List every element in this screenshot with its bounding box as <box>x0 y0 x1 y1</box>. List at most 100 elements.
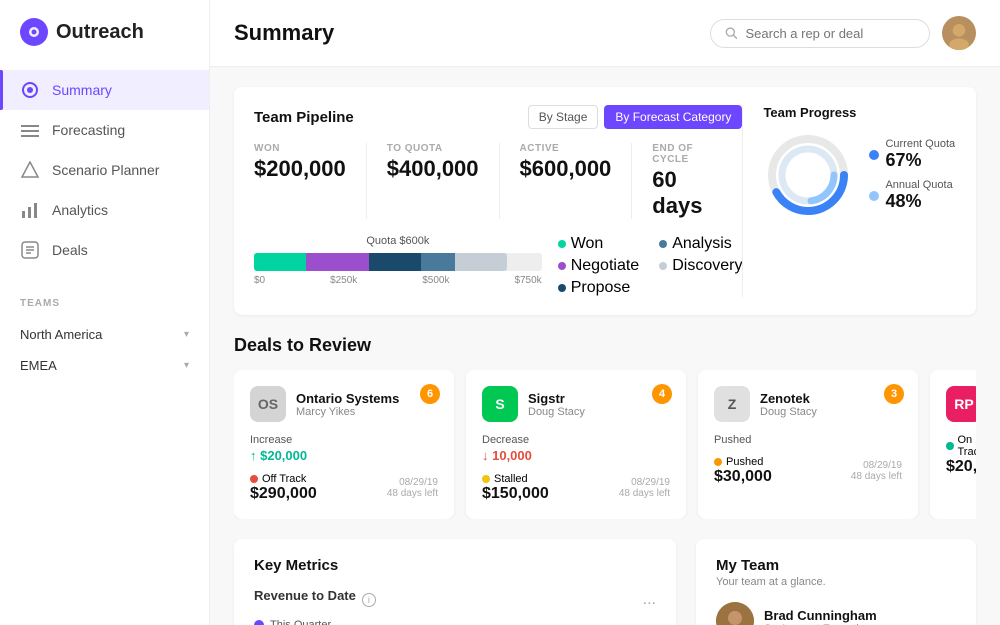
sidebar-item-scenario-planner[interactable]: Scenario Planner <box>0 150 209 190</box>
revenue-to-date: Revenue to Date i ... <box>254 588 656 611</box>
deal-date: 08/29/19 48 days left <box>387 477 438 499</box>
deal-date: 08/29/19 48 days left <box>619 477 670 499</box>
deal-footer: Stalled $150,000 08/29/19 48 days left <box>482 473 670 503</box>
header-right <box>710 16 976 50</box>
donut-legend: Current Quota 67% Annual Quota 48% <box>869 138 955 212</box>
key-metrics-section: Key Metrics Revenue to Date i ... This Q… <box>234 539 676 625</box>
legend-won: Won <box>558 235 640 253</box>
pipeline-bar-visual <box>254 253 542 271</box>
deal-badge: 6 <box>420 384 440 404</box>
pipeline-stats: WON $200,000 TO QUOTA $400,000 ACTIVE $6… <box>254 143 742 219</box>
deal-logo-zenotek: Z <box>714 386 750 422</box>
legend-discovery: Discovery <box>659 257 742 275</box>
by-forecast-button[interactable]: By Forecast Category <box>604 105 742 129</box>
won-dot <box>558 240 566 248</box>
stat-active: ACTIVE $600,000 <box>520 143 633 219</box>
info-icon[interactable]: i <box>362 593 376 607</box>
sidebar: Outreach Summary Forecasting <box>0 0 210 625</box>
page-title: Summary <box>234 20 334 46</box>
deal-status: Pushed <box>714 456 772 468</box>
metric-legend: This Quarter <box>254 619 656 625</box>
member-info: Brad Cunningham Sr. Account Executive <box>764 608 956 625</box>
annual-quota-item: Annual Quota 48% <box>869 179 955 212</box>
deal-date: 08/29/19 48 days left <box>851 460 902 482</box>
deal-header: S Sigstr Doug Stacy <box>482 386 670 422</box>
deal-header: OS Ontario Systems Marcy Yikes <box>250 386 438 422</box>
bar-discovery <box>455 253 507 271</box>
bar-analysis <box>421 253 456 271</box>
sidebar-item-summary[interactable]: Summary <box>0 70 209 110</box>
pipeline-bottom: Quota $600k $0 $250k $ <box>254 235 742 297</box>
stat-won: WON $200,000 <box>254 143 367 219</box>
team-progress-title: Team Progress <box>763 105 972 120</box>
sidebar-item-analytics[interactable]: Analytics <box>0 190 209 230</box>
deal-status: On Track <box>946 434 976 458</box>
search-input[interactable] <box>745 26 915 41</box>
deal-header: Z Zenotek Doug Stacy <box>714 386 902 422</box>
main-content: Summary <box>210 0 1000 625</box>
bar-propose <box>369 253 421 271</box>
bar-axis: $0 $250k $500k $750k <box>254 275 542 286</box>
deals-grid: 6 OS Ontario Systems Marcy Yikes Increas… <box>234 370 976 519</box>
sidebar-item-deals[interactable]: Deals <box>0 230 209 270</box>
by-stage-button[interactable]: By Stage <box>528 105 599 129</box>
status-dot <box>250 475 258 483</box>
stat-to-quota: TO QUOTA $400,000 <box>387 143 500 219</box>
app-name: Outreach <box>56 21 144 44</box>
sidebar-item-label: Forecasting <box>52 122 125 138</box>
deal-logo-rp: RP <box>946 386 976 422</box>
teams-label: TEAMS <box>20 298 189 309</box>
stat-end-of-cycle: END OF CYCLE 60 days <box>652 143 722 219</box>
nav-menu: Summary Forecasting Scenario Planner <box>0 62 209 278</box>
deal-card-zenotek[interactable]: 3 Z Zenotek Doug Stacy Pushed <box>698 370 918 519</box>
pipeline-toggles: By Stage By Forecast Category <box>528 105 743 129</box>
my-team-section: My Team Your team at a glance. Brad Cunn… <box>696 539 976 625</box>
my-team-title: My Team <box>716 557 956 574</box>
team-member-brad: Brad Cunningham Sr. Account Executive <box>716 602 956 625</box>
team-emea[interactable]: EMEA ▾ <box>20 350 189 381</box>
pipeline-layout: Team Pipeline By Stage By Forecast Categ… <box>254 105 956 297</box>
pipeline-title: Team Pipeline <box>254 109 354 126</box>
deal-card-ontario[interactable]: 6 OS Ontario Systems Marcy Yikes Increas… <box>234 370 454 519</box>
deal-footer: On Track $20,0... <box>946 434 976 476</box>
search-icon <box>725 26 737 40</box>
pipeline-main: Team Pipeline By Stage By Forecast Categ… <box>254 105 742 297</box>
discovery-dot <box>659 262 667 270</box>
deal-status: Off Track <box>250 473 317 485</box>
deals-icon <box>20 240 40 260</box>
team-north-america[interactable]: North America ▾ <box>20 319 189 350</box>
logo-icon <box>20 18 48 46</box>
deal-footer: Pushed $30,000 08/29/19 48 days left <box>714 456 902 486</box>
deal-footer: Off Track $290,000 08/29/19 48 days left <box>250 473 438 503</box>
deal-logo-sigstr: S <box>482 386 518 422</box>
deals-title: Deals to Review <box>234 335 976 356</box>
deal-card-rp[interactable]: RP On Track $20,0... <box>930 370 976 519</box>
bottom-sections: Key Metrics Revenue to Date i ... This Q… <box>234 539 976 625</box>
legend-this-quarter-dot <box>254 620 264 625</box>
pipeline-bar: Quota $600k $0 $250k $ <box>254 235 542 297</box>
sidebar-item-label: Scenario Planner <box>52 162 159 178</box>
legend-col-right: Analysis Discovery <box>659 235 742 297</box>
status-dot <box>946 442 954 450</box>
metrics-title: Key Metrics <box>254 557 338 574</box>
forecasting-icon <box>20 120 40 140</box>
avatar <box>942 16 976 50</box>
deal-card-sigstr[interactable]: 4 S Sigstr Doug Stacy Decrease ↓ 10,000 <box>466 370 686 519</box>
pipeline-header: Team Pipeline By Stage By Forecast Categ… <box>254 105 742 129</box>
annual-quota-dot <box>869 191 879 201</box>
brad-avatar <box>716 602 754 625</box>
sidebar-item-label: Deals <box>52 242 88 258</box>
search-bar[interactable] <box>710 19 930 48</box>
analysis-dot <box>659 240 667 248</box>
scenario-planner-icon <box>20 160 40 180</box>
status-dot <box>482 475 490 483</box>
metrics-more-button[interactable]: ... <box>643 591 656 609</box>
app-logo: Outreach <box>0 0 209 62</box>
chevron-down-icon: ▾ <box>184 360 189 371</box>
sidebar-item-label: Analytics <box>52 202 108 218</box>
deal-logo-ontario: OS <box>250 386 286 422</box>
sidebar-item-forecasting[interactable]: Forecasting <box>0 110 209 150</box>
main-header: Summary <box>210 0 1000 67</box>
legend-negotiate: Negotiate <box>558 257 640 275</box>
bar-negotiate <box>306 253 369 271</box>
